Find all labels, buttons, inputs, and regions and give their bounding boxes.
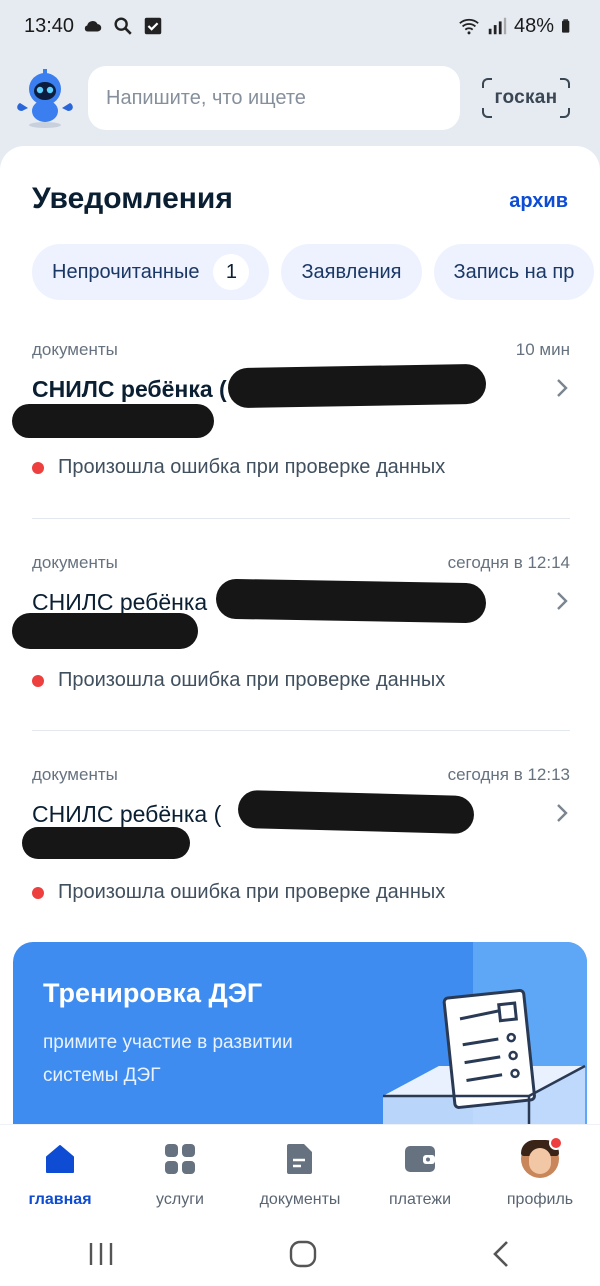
promo-banner[interactable]: Тренировка ДЭГ примите участие в развити… bbox=[13, 942, 587, 1146]
error-dot-icon bbox=[32, 674, 44, 687]
redaction-mark bbox=[12, 404, 214, 438]
notification-badge bbox=[549, 1136, 563, 1150]
notification-title: СНИЛС ребёнка ( bbox=[32, 376, 227, 402]
notification-time: сегодня в 12:13 bbox=[447, 765, 570, 784]
ballot-box-icon bbox=[383, 988, 586, 1146]
notification-status: Произошла ошибка при проверке данных bbox=[58, 881, 446, 903]
notification-category: документы bbox=[32, 553, 118, 572]
promo-title: Тренировка ДЭГ bbox=[43, 978, 263, 1008]
filter-chips: Непрочитанные 1 Заявления Запись на пр bbox=[32, 244, 595, 300]
redaction-mark bbox=[237, 789, 475, 835]
error-dot-icon bbox=[32, 461, 44, 474]
wallet-icon bbox=[405, 1146, 435, 1172]
battery-icon bbox=[562, 19, 570, 33]
notification-time: сегодня в 12:14 bbox=[447, 553, 570, 572]
nav-documents[interactable]: документы bbox=[245, 1139, 355, 1209]
archive-link[interactable]: архив bbox=[509, 190, 568, 213]
nav-profile-label: профиль bbox=[506, 1191, 574, 1208]
unread-count-badge: 1 bbox=[213, 254, 250, 290]
notification-status: Произошла ошибка при проверке данных bbox=[58, 456, 446, 478]
avatar bbox=[521, 1136, 563, 1178]
divider bbox=[32, 518, 570, 519]
grid-icon bbox=[165, 1144, 195, 1174]
redaction-mark bbox=[227, 363, 487, 409]
search-header: Напишите, что ищете госкан bbox=[0, 52, 600, 144]
wifi-icon bbox=[459, 18, 479, 35]
cloud-icon bbox=[84, 21, 102, 32]
bottom-navigation: главная услуги документы платежи профиль bbox=[0, 1124, 600, 1222]
chevron-right-icon bbox=[557, 592, 568, 610]
notifications-card: Уведомления архив Непрочитанные 1 Заявле… bbox=[0, 146, 600, 1146]
status-time: 13:40 bbox=[24, 14, 75, 37]
nav-payments[interactable]: платежи bbox=[365, 1139, 475, 1209]
chip-unread[interactable]: Непрочитанные 1 bbox=[32, 244, 270, 300]
redaction-mark bbox=[215, 578, 487, 624]
back-icon[interactable] bbox=[490, 1239, 514, 1269]
nav-home[interactable]: главная bbox=[5, 1139, 115, 1209]
nav-services-label: услуги bbox=[156, 1191, 204, 1208]
nav-documents-label: документы bbox=[259, 1191, 341, 1208]
chip-applications[interactable]: Заявления bbox=[281, 244, 422, 300]
checkbox-icon bbox=[144, 17, 162, 35]
status-bar-right: 48% bbox=[458, 15, 576, 38]
notification-category: документы bbox=[32, 340, 118, 359]
search-placeholder: Напишите, что ищете bbox=[106, 86, 306, 109]
document-icon bbox=[287, 1144, 312, 1174]
home-icon bbox=[46, 1145, 74, 1173]
promo-text: примите участие в развитии системы ДЭГ bbox=[43, 1032, 293, 1086]
search-icon bbox=[114, 17, 132, 35]
chip-appointments-label: Запись на пр bbox=[453, 260, 575, 283]
goskan-label: госкан bbox=[494, 87, 558, 108]
notification-item[interactable]: документы сегодня в 12:14 СНИЛС ребёнка … bbox=[12, 553, 570, 692]
search-input[interactable]: Напишите, что ищете bbox=[88, 66, 460, 130]
notification-item[interactable]: документы сегодня в 12:13 СНИЛС ребёнка … bbox=[22, 765, 570, 904]
notification-item[interactable]: документы 10 мин СНИЛС ребёнка ( Произош… bbox=[12, 340, 570, 479]
chip-appointments[interactable]: Запись на пр bbox=[433, 244, 595, 300]
signal-icon bbox=[488, 17, 507, 35]
divider bbox=[32, 730, 570, 731]
page-title: Уведомления bbox=[32, 182, 233, 215]
notification-title: СНИЛС ребёнка bbox=[32, 589, 208, 615]
chip-applications-label: Заявления bbox=[301, 260, 402, 283]
redaction-mark bbox=[22, 827, 190, 859]
chip-unread-label: Непрочитанные bbox=[52, 260, 200, 283]
nav-home-label: главная bbox=[28, 1191, 92, 1208]
notification-title: СНИЛС ребёнка ( bbox=[32, 801, 222, 827]
chevron-right-icon bbox=[557, 804, 568, 822]
notification-category: документы bbox=[32, 765, 118, 784]
goskan-button[interactable]: госкан bbox=[482, 78, 570, 118]
status-bar: 13:40 48% bbox=[0, 0, 600, 52]
nav-payments-label: платежи bbox=[388, 1191, 452, 1208]
chevron-right-icon bbox=[557, 379, 568, 397]
notification-time: 10 мин bbox=[515, 340, 570, 359]
battery-percent: 48% bbox=[513, 14, 554, 37]
error-dot-icon bbox=[32, 886, 44, 899]
robot-assistant-icon[interactable] bbox=[14, 67, 76, 129]
redaction-mark bbox=[12, 613, 198, 649]
home-button-icon[interactable] bbox=[288, 1239, 318, 1269]
nav-profile[interactable]: профиль bbox=[485, 1136, 595, 1209]
status-bar-left: 13:40 bbox=[24, 15, 164, 38]
nav-services[interactable]: услуги bbox=[125, 1139, 235, 1209]
recent-apps-icon[interactable] bbox=[86, 1240, 116, 1268]
system-navigation bbox=[0, 1222, 600, 1286]
notification-status: Произошла ошибка при проверке данных bbox=[58, 669, 446, 691]
